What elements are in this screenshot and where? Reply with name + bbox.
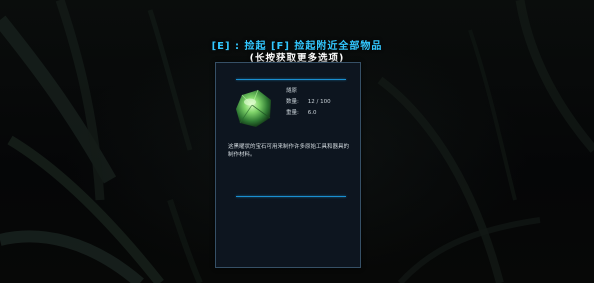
weight-row: 重量: 6.0	[286, 108, 331, 119]
item-name-text: 燧原	[286, 88, 298, 94]
item-tooltip-panel: 燧原 数量: 12 / 100 重量: 6.0 这黑曜状的宝石可用来制作许多原始…	[215, 62, 361, 268]
weight-value: 6.0	[307, 110, 317, 116]
quantity-row: 数量: 12 / 100	[286, 97, 331, 108]
quantity-label: 数量:	[286, 99, 299, 105]
quantity-value: 12 / 100	[307, 99, 331, 105]
divider-bottom	[236, 196, 346, 197]
item-stats: 燧原 数量: 12 / 100 重量: 6.0	[286, 86, 331, 119]
weight-label: 重量:	[286, 110, 299, 116]
item-description: 这黑曜状的宝石可用来制作许多原始工具和器具的制作材料。	[228, 144, 350, 158]
green-gem-icon	[228, 85, 276, 131]
item-name: 燧原	[286, 86, 331, 97]
divider-top	[236, 79, 346, 80]
